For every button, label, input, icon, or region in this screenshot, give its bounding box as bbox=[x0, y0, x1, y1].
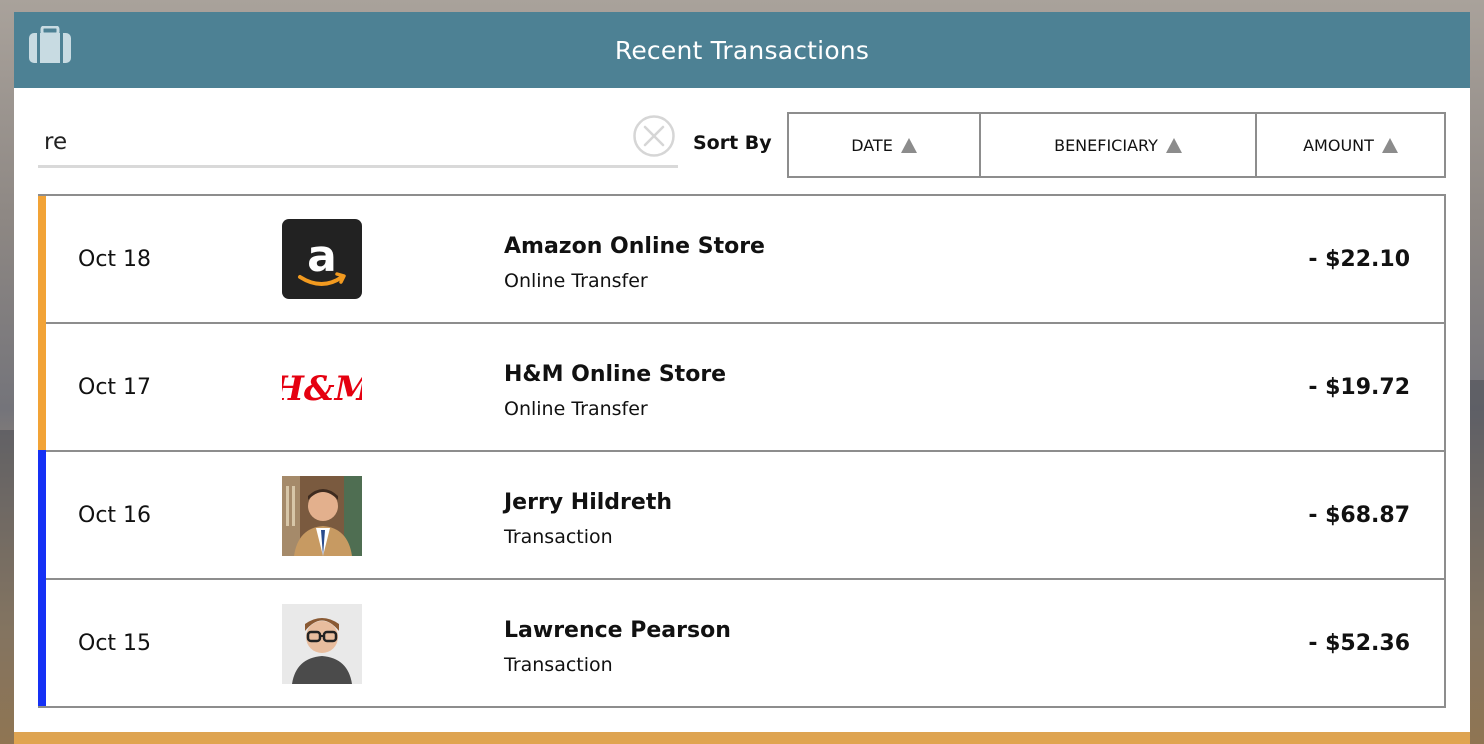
transaction-date: Oct 15 bbox=[78, 630, 152, 656]
transaction-details: Lawrence Pearson Transaction bbox=[504, 618, 731, 676]
row-accent-bar bbox=[38, 450, 46, 578]
transaction-row[interactable]: Oct 17 H&M H&M Online Store Online Trans… bbox=[38, 322, 1444, 450]
page-title: Recent Transactions bbox=[614, 35, 870, 65]
transaction-details: Amazon Online Store Online Transfer bbox=[504, 234, 765, 292]
transaction-amount: - $19.72 bbox=[1308, 374, 1410, 400]
search-input[interactable] bbox=[38, 122, 618, 162]
avatar bbox=[282, 604, 362, 684]
sort-amount-button[interactable]: AMOUNT bbox=[1255, 114, 1444, 176]
row-accent-bar bbox=[38, 196, 46, 322]
beneficiary-name: H&M Online Store bbox=[504, 362, 727, 387]
transaction-date: Oct 16 bbox=[78, 502, 152, 528]
transaction-type: Transaction bbox=[504, 654, 613, 676]
sort-beneficiary-button[interactable]: BENEFICIARY bbox=[979, 114, 1255, 176]
transaction-amount: - $52.36 bbox=[1308, 630, 1410, 656]
transaction-row[interactable]: Oct 16 Jerry Hildreth Transaction - $68.… bbox=[38, 450, 1444, 578]
transaction-details: Jerry Hildreth Transaction bbox=[504, 490, 672, 548]
sort-by-label: Sort By bbox=[693, 132, 772, 154]
transaction-amount: - $22.10 bbox=[1308, 246, 1410, 272]
transaction-type: Online Transfer bbox=[504, 270, 648, 292]
beneficiary-name: Jerry Hildreth bbox=[504, 490, 672, 515]
sort-asc-icon bbox=[900, 137, 917, 153]
controls-bar: Sort By DATE BENEFICIARY AMOUNT bbox=[38, 112, 1446, 178]
sort-beneficiary-label: BENEFICIARY bbox=[1054, 135, 1158, 155]
transaction-date: Oct 18 bbox=[78, 246, 152, 272]
briefcase-icon[interactable] bbox=[28, 26, 72, 64]
panel-header: Recent Transactions bbox=[14, 12, 1470, 88]
sort-amount-label: AMOUNT bbox=[1303, 135, 1374, 155]
svg-text:a: a bbox=[307, 231, 337, 282]
sort-date-label: DATE bbox=[851, 135, 893, 155]
amazon-logo: a bbox=[282, 219, 362, 299]
transaction-date: Oct 17 bbox=[78, 374, 152, 400]
transaction-type: Transaction bbox=[504, 526, 613, 548]
background-building bbox=[1470, 380, 1484, 744]
sort-options: DATE BENEFICIARY AMOUNT bbox=[787, 112, 1446, 178]
sort-date-button[interactable]: DATE bbox=[789, 114, 979, 176]
row-accent-bar bbox=[38, 578, 46, 706]
search-field bbox=[38, 112, 678, 168]
transaction-row[interactable]: Oct 15 Lawrence Pearson Transaction - $5… bbox=[38, 578, 1444, 706]
clear-search-icon[interactable] bbox=[632, 114, 676, 158]
transaction-amount: - $68.87 bbox=[1308, 502, 1410, 528]
avatar bbox=[282, 476, 362, 556]
transaction-details: H&M Online Store Online Transfer bbox=[504, 362, 726, 420]
row-accent-bar bbox=[38, 322, 46, 450]
beneficiary-name: Lawrence Pearson bbox=[504, 618, 731, 643]
transaction-type: Online Transfer bbox=[504, 398, 648, 420]
transaction-list: Oct 18 a Amazon Online Store Online Tran… bbox=[38, 194, 1446, 708]
beneficiary-name: Amazon Online Store bbox=[504, 234, 765, 259]
background-building bbox=[0, 430, 14, 744]
hm-logo-text: H&M bbox=[282, 369, 362, 409]
transaction-row[interactable]: Oct 18 a Amazon Online Store Online Tran… bbox=[38, 196, 1444, 322]
sort-asc-icon bbox=[1381, 137, 1398, 153]
sort-asc-icon bbox=[1165, 137, 1182, 153]
hm-logo: H&M bbox=[282, 369, 362, 409]
